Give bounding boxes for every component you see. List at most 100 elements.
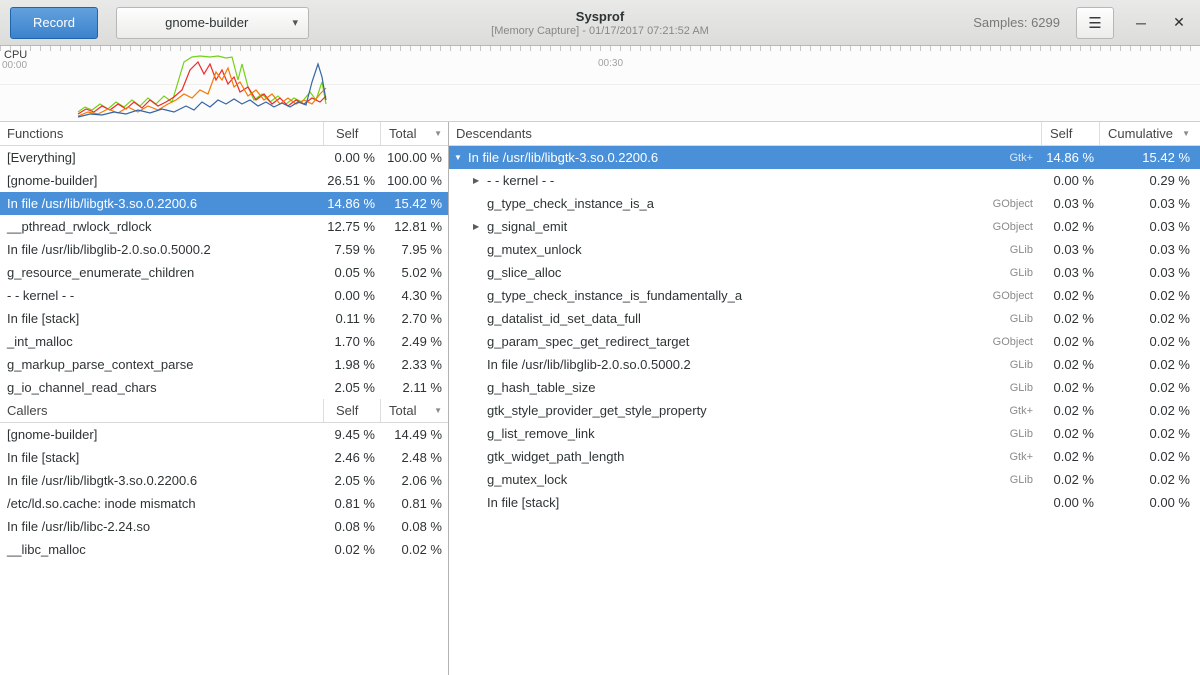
table-row[interactable]: [gnome-builder]26.51 %100.00 % [0, 169, 448, 192]
descendant-name-cell: gtk_style_provider_get_style_propertyGtk… [449, 403, 1041, 418]
descendant-row[interactable]: g_slice_allocGLib0.03 %0.03 % [449, 261, 1200, 284]
function-name: [Everything] [0, 150, 323, 165]
cumulative-value: 0.02 % [1099, 449, 1200, 464]
cumulative-column-header[interactable]: Cumulative ▼ [1099, 122, 1200, 145]
descendant-row[interactable]: g_list_remove_linkGLib0.02 %0.02 % [449, 422, 1200, 445]
minimize-button[interactable]: ─ [1130, 15, 1152, 31]
total-column-header[interactable]: Total ▼ [380, 122, 448, 145]
table-row[interactable]: In file /usr/lib/libglib-2.0.so.0.5000.2… [0, 238, 448, 261]
self-value: 14.86 % [323, 196, 380, 211]
expander-collapsed-icon[interactable]: ▶ [473, 176, 487, 185]
function-name: In file /usr/lib/libgtk-3.so.0.2200.6 [0, 196, 323, 211]
table-row[interactable]: g_markup_parse_context_parse1.98 %2.33 % [0, 353, 448, 376]
close-button[interactable]: ✕ [1168, 14, 1190, 31]
cpu-graph[interactable]: CPU 00:00 00:30 [0, 46, 1200, 122]
right-pane: Descendants Self Cumulative ▼ ▼In file /… [449, 122, 1200, 675]
table-row[interactable]: [Everything]0.00 %100.00 % [0, 146, 448, 169]
descendant-row[interactable]: ▶g_signal_emitGObject0.02 %0.03 % [449, 215, 1200, 238]
left-pane: Functions Self Total ▼ [Everything]0.00 … [0, 122, 449, 675]
cumulative-value: 0.00 % [1099, 495, 1200, 510]
descendant-name-cell: g_hash_table_sizeGLib [449, 380, 1041, 395]
total-value: 15.42 % [380, 196, 448, 211]
headerbar: Record gnome-builder ▾ Sysprof [Memory C… [0, 0, 1200, 46]
function-name: In file /usr/lib/libc-2.24.so [0, 519, 323, 534]
self-column-header[interactable]: Self [1041, 122, 1099, 145]
cumulative-value: 0.03 % [1099, 196, 1200, 211]
descendant-row[interactable]: gtk_widget_path_lengthGtk+0.02 %0.02 % [449, 445, 1200, 468]
descendant-row[interactable]: g_type_check_instance_is_fundamentally_a… [449, 284, 1200, 307]
table-row[interactable]: [gnome-builder]9.45 %14.49 % [0, 423, 448, 446]
table-row[interactable]: In file [stack]2.46 %2.48 % [0, 446, 448, 469]
library-tag: GLib [1010, 244, 1041, 256]
descendant-row[interactable]: g_type_check_instance_is_aGObject0.03 %0… [449, 192, 1200, 215]
total-value: 100.00 % [380, 150, 448, 165]
capture-subtitle: [Memory Capture] - 01/17/2017 07:21:52 A… [491, 25, 709, 37]
descendant-name-cell: g_mutex_unlockGLib [449, 242, 1041, 257]
function-name: __libc_malloc [0, 542, 323, 557]
self-column-header[interactable]: Self [323, 122, 380, 145]
table-row[interactable]: __libc_malloc0.02 %0.02 % [0, 538, 448, 561]
self-value: 2.05 % [323, 473, 380, 488]
process-selector[interactable]: gnome-builder ▾ [116, 7, 309, 39]
functions-table: [Everything]0.00 %100.00 %[gnome-builder… [0, 146, 448, 399]
table-row[interactable]: In file /usr/lib/libgtk-3.so.0.2200.62.0… [0, 469, 448, 492]
menu-icon: ☰ [1088, 14, 1101, 32]
descendant-row[interactable]: In file [stack] 0.00 %0.00 % [449, 491, 1200, 514]
menu-button[interactable]: ☰ [1076, 7, 1114, 39]
function-name: g_slice_alloc [487, 265, 561, 280]
table-row[interactable]: In file /usr/lib/libgtk-3.so.0.2200.614.… [0, 192, 448, 215]
descendant-row[interactable]: g_hash_table_sizeGLib0.02 %0.02 % [449, 376, 1200, 399]
total-value: 2.70 % [380, 311, 448, 326]
total-column-label: Total [389, 126, 416, 141]
expander-expanded-icon[interactable]: ▼ [454, 153, 468, 162]
library-tag: GLib [1010, 474, 1041, 486]
functions-column-header[interactable]: Functions [0, 122, 323, 145]
descendants-column-header[interactable]: Descendants [449, 122, 1041, 145]
total-column-header[interactable]: Total ▼ [380, 399, 448, 422]
descendant-row[interactable]: gtk_style_provider_get_style_propertyGtk… [449, 399, 1200, 422]
descendant-row[interactable]: ▼In file /usr/lib/libgtk-3.so.0.2200.6Gt… [449, 146, 1200, 169]
library-tag: Gtk+ [1009, 152, 1041, 164]
library-tag: GLib [1010, 359, 1041, 371]
table-row[interactable]: _int_malloc1.70 %2.49 % [0, 330, 448, 353]
samples-count: Samples: 6299 [973, 15, 1060, 30]
total-value: 2.11 % [380, 380, 448, 395]
callers-column-header[interactable]: Callers [0, 399, 323, 422]
table-row[interactable]: __pthread_rwlock_rdlock12.75 %12.81 % [0, 215, 448, 238]
library-tag: GLib [1010, 313, 1041, 325]
descendant-row[interactable]: ▶- - kernel - -0.00 %0.29 % [449, 169, 1200, 192]
function-name: In file [stack] [0, 311, 323, 326]
table-row[interactable]: /etc/ld.so.cache: inode mismatch0.81 %0.… [0, 492, 448, 515]
self-column-header[interactable]: Self [323, 399, 380, 422]
cumulative-value: 0.02 % [1099, 334, 1200, 349]
self-value: 0.00 % [1041, 495, 1099, 510]
self-value: 0.02 % [1041, 357, 1099, 372]
function-name: gtk_widget_path_length [487, 449, 624, 464]
descendant-name-cell: g_mutex_lockGLib [449, 472, 1041, 487]
expander-collapsed-icon[interactable]: ▶ [473, 222, 487, 231]
record-button[interactable]: Record [10, 7, 98, 39]
descendant-row[interactable]: g_mutex_unlockGLib0.03 %0.03 % [449, 238, 1200, 261]
table-row[interactable]: g_resource_enumerate_children0.05 %5.02 … [0, 261, 448, 284]
descendant-name-cell: ▼In file /usr/lib/libgtk-3.so.0.2200.6Gt… [449, 150, 1041, 165]
descendant-row[interactable]: g_mutex_lockGLib0.02 %0.02 % [449, 468, 1200, 491]
total-value: 4.30 % [380, 288, 448, 303]
descendant-row[interactable]: g_datalist_id_set_data_fullGLib0.02 %0.0… [449, 307, 1200, 330]
total-value: 0.08 % [380, 519, 448, 534]
table-row[interactable]: In file /usr/lib/libc-2.24.so0.08 %0.08 … [0, 515, 448, 538]
descendant-row[interactable]: In file /usr/lib/libglib-2.0.so.0.5000.2… [449, 353, 1200, 376]
total-column-label: Total [389, 403, 416, 418]
function-name: g_signal_emit [487, 219, 567, 234]
table-row[interactable]: g_io_channel_read_chars2.05 %2.11 % [0, 376, 448, 399]
descendants-table: ▼In file /usr/lib/libgtk-3.so.0.2200.6Gt… [449, 146, 1200, 514]
function-name: In file [stack] [487, 495, 559, 510]
cumulative-value: 0.02 % [1099, 357, 1200, 372]
descendant-name-cell: g_type_check_instance_is_aGObject [449, 196, 1041, 211]
function-name: In file /usr/lib/libglib-2.0.so.0.5000.2 [0, 242, 323, 257]
table-row[interactable]: - - kernel - -0.00 %4.30 % [0, 284, 448, 307]
self-value: 2.05 % [323, 380, 380, 395]
table-row[interactable]: In file [stack]0.11 %2.70 % [0, 307, 448, 330]
self-value: 0.02 % [1041, 472, 1099, 487]
descendant-row[interactable]: g_param_spec_get_redirect_targetGObject0… [449, 330, 1200, 353]
function-name: [gnome-builder] [0, 427, 323, 442]
